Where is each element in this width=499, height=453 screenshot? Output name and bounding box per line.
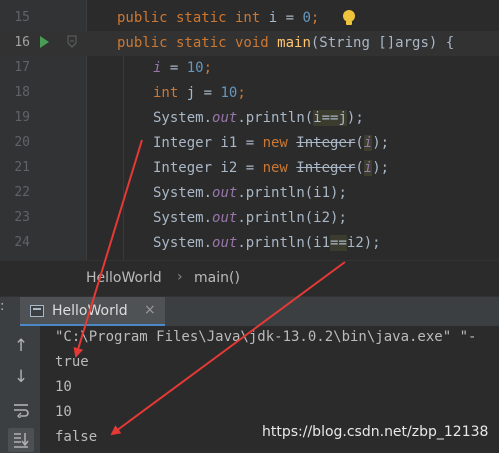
run-gutter-icon[interactable] <box>40 36 49 48</box>
code-token: i==j <box>313 110 347 126</box>
run-tab-label: HelloWorld <box>52 303 128 319</box>
code-line[interactable]: 20 Integer i1 = new Integer(i); <box>0 131 499 156</box>
tool-window-stripe-label: : <box>0 299 5 314</box>
code-token: System. <box>153 235 213 251</box>
code-token: new <box>262 160 297 176</box>
code-token: ; <box>310 10 320 26</box>
line-number: 20 <box>14 135 30 150</box>
code-token: out <box>212 235 238 251</box>
line-number: 22 <box>14 185 30 200</box>
code-token: out <box>212 185 238 201</box>
code-token: ; <box>203 60 213 76</box>
code-line[interactable]: 23 System.out.println(i2); <box>0 206 499 231</box>
code-token: = <box>277 10 303 26</box>
soft-wrap-icon[interactable] <box>8 398 34 422</box>
code-token: .println( <box>237 110 314 126</box>
code-token: int <box>153 85 187 101</box>
code-line[interactable]: 22 System.out.println(i1); <box>0 181 499 206</box>
code-token: Integer i1 = <box>153 135 263 151</box>
code-token: i2); <box>346 235 381 251</box>
code-text: System.out.println(i==j); <box>153 108 364 128</box>
code-line[interactable]: 17 i = 10; <box>0 56 499 81</box>
code-text: i = 10; <box>153 58 212 78</box>
code-token: 0 <box>302 10 311 26</box>
console-line-output: 10 <box>55 404 72 420</box>
code-text: Integer i2 = new Integer(i); <box>153 158 389 178</box>
line-number: 23 <box>14 210 30 225</box>
code-token: new <box>262 135 297 151</box>
code-token: ); <box>372 135 390 151</box>
code-token: i <box>268 10 278 26</box>
code-token: ); <box>346 110 364 126</box>
code-text: System.out.println(i2); <box>153 208 347 228</box>
code-line[interactable]: 21 Integer i2 = new Integer(i); <box>0 156 499 181</box>
code-token: = <box>195 85 221 101</box>
breadcrumb-separator: › <box>177 269 183 285</box>
code-token: i <box>363 135 373 151</box>
run-tab-helloworld[interactable]: HelloWorld × <box>20 297 165 327</box>
code-token: System. <box>153 210 213 226</box>
scroll-up-icon[interactable]: ↑ <box>8 334 34 358</box>
line-number: 19 <box>14 110 30 125</box>
code-text: public static void main(String []args) { <box>117 33 454 53</box>
code-token: ( <box>355 160 364 176</box>
console-line-output: false <box>55 429 98 445</box>
code-token: Integer <box>296 160 356 176</box>
breadcrumb-method[interactable]: main() <box>194 270 240 286</box>
code-token: .println(i1 <box>237 235 331 251</box>
code-token: = <box>161 60 187 76</box>
code-token: Integer i2 = <box>153 160 263 176</box>
code-token: public static void <box>117 35 278 51</box>
code-token: out <box>212 110 238 126</box>
code-text: System.out.println(i1==i2); <box>153 233 381 253</box>
code-token: ; <box>237 85 246 101</box>
breadcrumb-class[interactable]: HelloWorld <box>86 270 162 286</box>
code-token: 10 <box>186 60 204 76</box>
code-text: Integer i1 = new Integer(i); <box>153 133 389 153</box>
code-token: out <box>212 210 238 226</box>
console-icon <box>30 305 44 317</box>
code-line[interactable]: 19 System.out.println(i==j); <box>0 106 499 131</box>
console-line-output: true <box>55 354 89 370</box>
console-toolbar: ↑ ↓ <box>0 326 40 453</box>
code-token: i <box>363 160 373 176</box>
code-token: 10 <box>220 85 238 101</box>
code-line[interactable]: 15 public static int i = 0; <box>0 6 499 31</box>
code-token: == <box>330 235 347 251</box>
intention-bulb-icon[interactable] <box>342 9 356 27</box>
line-number: 17 <box>14 60 30 75</box>
code-token: ); <box>372 160 390 176</box>
console-line-command: "C:\Program Files\Java\jdk-13.0.2\bin\ja… <box>55 329 477 345</box>
run-tool-window-header: : HelloWorld × <box>0 296 499 327</box>
code-token: System. <box>153 185 213 201</box>
code-line[interactable]: 16 public static void main(String []args)… <box>0 31 499 56</box>
code-token: ( <box>355 135 364 151</box>
code-token: Integer <box>296 135 356 151</box>
fold-icon[interactable] <box>67 35 77 48</box>
scroll-to-end-icon[interactable] <box>8 428 34 452</box>
code-token: j <box>186 85 196 101</box>
watermark: https://blog.csdn.net/zbp_12138 <box>262 424 489 440</box>
code-token: public static int <box>117 10 269 26</box>
line-number: 18 <box>14 85 30 100</box>
code-token: System. <box>153 110 213 126</box>
code-editor[interactable]: 15 public static int i = 0; 16 public stati… <box>0 0 499 260</box>
code-text: int j = 10; <box>153 83 246 103</box>
code-token: main <box>277 35 311 51</box>
line-number: 24 <box>14 235 30 250</box>
console-line-output: 10 <box>55 379 72 395</box>
line-number: 21 <box>14 160 30 175</box>
code-token: .println(i2); <box>237 210 347 226</box>
code-token: (String []args) { <box>310 35 455 51</box>
code-line[interactable]: 24 System.out.println(i1==i2); <box>0 231 499 256</box>
code-line[interactable]: 18 int j = 10; <box>0 81 499 106</box>
line-number: 15 <box>14 10 30 25</box>
code-text: public static int i = 0; <box>117 8 319 28</box>
close-icon[interactable]: × <box>144 302 156 318</box>
line-number: 16 <box>14 35 30 50</box>
breadcrumb: HelloWorld › main() <box>0 260 499 296</box>
scroll-down-icon[interactable]: ↓ <box>8 365 34 389</box>
code-text: System.out.println(i1); <box>153 183 347 203</box>
code-token: .println(i1); <box>237 185 347 201</box>
